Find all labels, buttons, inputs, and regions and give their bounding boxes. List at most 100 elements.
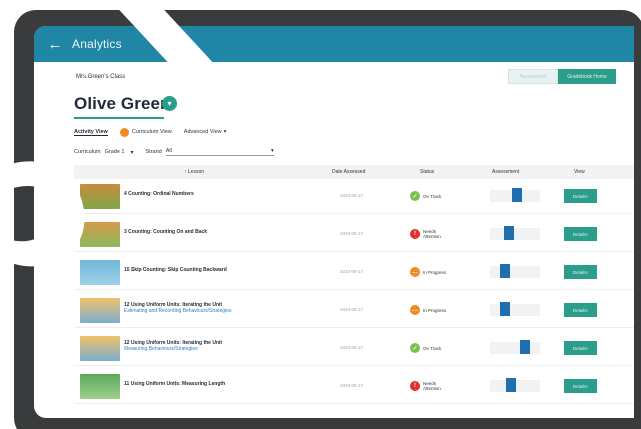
assessment-slider[interactable] [490, 188, 540, 202]
lesson-thumbnail [80, 184, 120, 209]
lesson-name: 11 Using Uniform Units: Measuring Length [124, 381, 226, 387]
tab-curriculum-label: Curriculum View [131, 129, 172, 135]
date-assessed: 2023-05-17 [340, 193, 364, 198]
details-button[interactable]: Details › [564, 189, 597, 203]
strand-filter-label: Strand [145, 149, 162, 155]
chevron-right-icon: › [586, 269, 589, 275]
status-label: On Track [423, 193, 442, 199]
date-assessed: 2023-05-17 [340, 231, 364, 236]
lesson-title: 12 Using Uniform Units: Iterating the Un… [124, 302, 314, 314]
lesson-subtitle-link[interactable]: Measuring Behaviours/Strategies [124, 346, 314, 352]
lesson-title: 11 Using Uniform Units: Measuring Length [124, 381, 314, 387]
lesson-name: 15 Skip Counting: Skip Counting Backward [124, 267, 227, 273]
details-label: Details [572, 231, 587, 237]
table-row[interactable]: 11 Using Uniform Units: Measuring Length… [74, 369, 634, 404]
tab-advanced-label: Advanced View [183, 129, 222, 135]
lesson-subtitle-link[interactable]: Estimating and Recording Behaviours/Stra… [124, 308, 314, 314]
curriculum-icon [119, 127, 129, 137]
header-assessment[interactable]: Assessment [492, 169, 519, 175]
alert-icon: ! [410, 229, 420, 239]
date-assessed: 2023-05-17 [340, 345, 364, 350]
status-label: In Progress [423, 269, 447, 275]
progress-icon: … [410, 305, 420, 315]
chevron-down-icon: ▾ [186, 74, 190, 81]
curriculum-filter-select[interactable]: Grade 1 [105, 149, 125, 155]
status-badge: … In Progress [410, 264, 470, 280]
status-badge: ✓ On Track [410, 340, 470, 356]
status-label: Needs Attention [423, 229, 441, 239]
assessment-marker [506, 378, 516, 392]
details-button[interactable]: Details › [564, 379, 597, 393]
header-view[interactable]: View [574, 169, 585, 175]
student-dropdown-icon[interactable]: ▾ [162, 96, 177, 111]
screenshot-stage: ← Analytics Mrs.Green's Class ▾ Assessme… [0, 0, 641, 429]
progress-icon: … [410, 267, 420, 277]
chevron-right-icon: › [586, 193, 589, 199]
details-label: Details [572, 193, 587, 199]
assessment-slider[interactable] [490, 340, 540, 354]
back-arrow-icon[interactable]: ← [42, 26, 68, 62]
lesson-thumbnail [80, 374, 120, 399]
status-label: Needs Attention [423, 381, 441, 391]
header-lesson-label: Lesson [187, 169, 205, 175]
table-row[interactable]: 4 Counting: Ordinal Numbers 2023-05-17 ✓ On… [74, 179, 634, 214]
filter-bar: Curriculum Grade 1 ▾ Strand All ▾ [74, 146, 274, 158]
app-screen: ← Analytics Mrs.Green's Class ▾ Assessme… [34, 26, 634, 418]
gradebook-home-button[interactable]: Gradebook Home [558, 69, 616, 84]
details-button[interactable]: Details › [564, 341, 597, 355]
check-icon: ✓ [410, 191, 420, 201]
class-select[interactable]: Mrs.Green's Class ▾ [72, 70, 194, 84]
table-row[interactable]: 3 Counting: Counting On and Back 2023-05-… [74, 217, 634, 252]
table-header: ↑ Lesson Date Assessed Status Assessment… [74, 165, 634, 179]
assessment-marker [500, 302, 510, 316]
status-label: On Track [423, 345, 442, 351]
lesson-name: 4 Counting: Ordinal Numbers [124, 191, 194, 197]
details-button[interactable]: Details › [564, 265, 597, 279]
details-label: Details [572, 269, 587, 275]
assessment-slider[interactable] [490, 226, 540, 240]
app-bar: ← Analytics [34, 26, 634, 62]
header-lesson[interactable]: ↑ Lesson [184, 169, 204, 175]
assessment-marker [500, 264, 510, 278]
strand-filter-select[interactable]: All ▾ [165, 148, 274, 156]
details-label: Details [572, 383, 587, 389]
status-badge: ✓ On Track [410, 188, 470, 204]
alert-icon: ! [410, 381, 420, 391]
tab-advanced-view[interactable]: Advanced View ▾ [184, 129, 227, 135]
assessment-marker [520, 340, 530, 354]
details-button[interactable]: Details › [564, 227, 597, 241]
status-badge: … In Progress [410, 302, 470, 318]
lesson-thumbnail [80, 222, 120, 247]
assessment-button[interactable]: Assessment [508, 69, 558, 84]
status-label: In Progress [423, 307, 447, 313]
assessment-slider[interactable] [490, 302, 540, 316]
lesson-title: 12 Using Uniform Units: Iterating the Un… [124, 340, 314, 352]
tab-activity-view[interactable]: Activity View [74, 129, 108, 136]
assessment-slider[interactable] [490, 264, 540, 278]
curriculum-filter-label: Curriculum [74, 149, 101, 155]
assessment-marker [512, 188, 522, 202]
details-label: Details [572, 307, 587, 313]
date-assessed: 2023-05-17 [340, 269, 364, 274]
class-select-value: Mrs.Green's Class [76, 74, 126, 80]
chevron-right-icon: › [586, 383, 589, 389]
table-row[interactable]: 12 Using Uniform Units: Iterating the Un… [74, 331, 634, 366]
lesson-thumbnail [80, 260, 120, 285]
status-badge: ! Needs Attention [410, 378, 470, 394]
lesson-name: 3 Counting: Counting On and Back [124, 229, 208, 235]
header-status[interactable]: Status [420, 169, 434, 175]
lesson-thumbnail [80, 298, 120, 323]
chevron-right-icon: › [586, 307, 589, 313]
tab-curriculum-view[interactable]: Curriculum View [119, 127, 172, 137]
assessment-slider[interactable] [490, 378, 540, 392]
chevron-down-icon: ▾ [130, 149, 134, 156]
chevron-right-icon: › [586, 231, 589, 237]
table-row[interactable]: 12 Using Uniform Units: Iterating the Un… [74, 293, 634, 328]
chevron-down-icon: ▾ [223, 129, 227, 135]
details-button[interactable]: Details › [564, 303, 597, 317]
lesson-title: 3 Counting: Counting On and Back [124, 229, 314, 235]
header-date[interactable]: Date Assessed [332, 169, 365, 175]
status-badge: ! Needs Attention [410, 226, 470, 242]
table-row[interactable]: 15 Skip Counting: Skip Counting Backward… [74, 255, 634, 290]
strand-filter-value: All [165, 148, 172, 154]
